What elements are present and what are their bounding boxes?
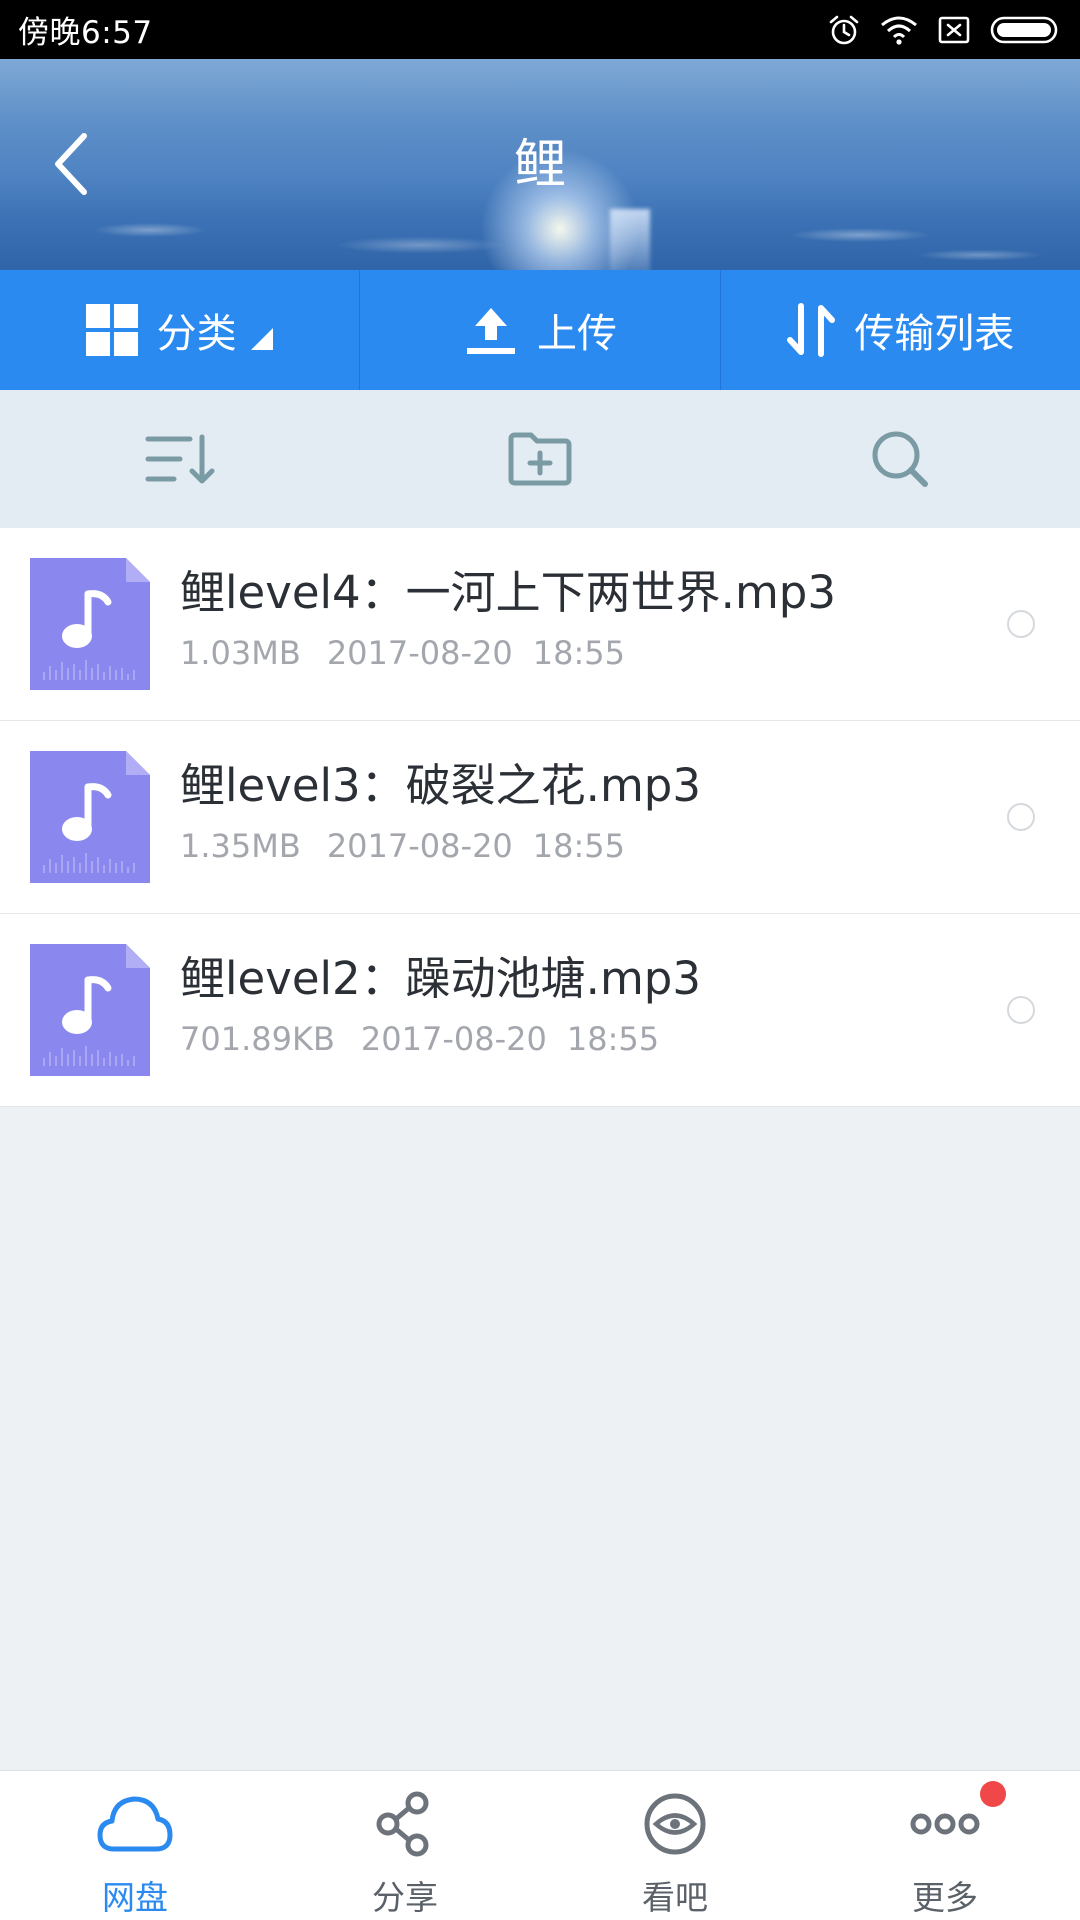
nav-icon-wrap — [365, 1789, 445, 1859]
file-time: 18:55 — [566, 1020, 660, 1058]
select-radio[interactable] — [1007, 610, 1035, 638]
dropdown-triangle-icon — [250, 328, 273, 350]
list-item[interactable]: 鲤level3：破裂之花.mp3 1.35MB 2017-08-20 18:55 — [0, 721, 1080, 914]
chevron-left-icon — [55, 133, 87, 195]
sort-button[interactable] — [0, 390, 360, 528]
transfer-list-label: 传输列表 — [854, 311, 1015, 357]
file-size: 1.03MB — [180, 634, 301, 672]
list-item[interactable]: 鲤level4：一河上下两世界.mp3 1.03MB 2017-08-20 18… — [0, 528, 1080, 721]
share-icon — [376, 1791, 429, 1857]
nav-item-share[interactable]: 分享 — [270, 1771, 540, 1920]
status-icons — [828, 14, 1062, 46]
back-button[interactable] — [40, 129, 100, 199]
search-button[interactable] — [720, 390, 1080, 528]
nav-icon-wrap — [905, 1789, 985, 1859]
transfer-icon — [787, 303, 836, 357]
file-text: 鲤level2：躁动池塘.mp3 701.89KB 2017-08-20 18:… — [180, 952, 701, 1058]
nav-label: 看吧 — [642, 1878, 708, 1917]
sort-icon — [145, 434, 215, 484]
file-list: 鲤level4：一河上下两世界.mp3 1.03MB 2017-08-20 18… — [0, 528, 1080, 1107]
file-text: 鲤level3：破裂之花.mp3 1.35MB 2017-08-20 18:55 — [180, 759, 701, 865]
file-meta: 701.89KB 2017-08-20 18:55 — [180, 1020, 701, 1058]
file-meta: 1.35MB 2017-08-20 18:55 — [180, 827, 701, 865]
file-size: 1.35MB — [180, 827, 301, 865]
file-date: 2017-08-20 — [326, 827, 513, 865]
list-item[interactable]: 鲤level2：躁动池塘.mp3 701.89KB 2017-08-20 18:… — [0, 914, 1080, 1107]
nav-item-more[interactable]: 更多 — [810, 1771, 1080, 1920]
category-button[interactable]: 分类 — [0, 270, 361, 390]
nav-icon-wrap — [95, 1789, 175, 1859]
new-folder-button[interactable] — [360, 390, 720, 528]
nav-icon-wrap — [635, 1789, 715, 1859]
music-file-icon — [30, 944, 150, 1076]
grid-icon — [85, 304, 138, 356]
upload-icon — [466, 308, 515, 354]
battery-icon — [990, 16, 1058, 43]
action-bar: 分类 上传 传输列表 — [0, 270, 1080, 390]
notification-badge — [980, 1781, 1006, 1807]
upload-button[interactable]: 上传 — [360, 270, 721, 390]
nav-label: 分享 — [372, 1878, 438, 1917]
banner-waves — [0, 200, 1080, 270]
nav-item-watch[interactable]: 看吧 — [540, 1771, 810, 1920]
status-bar: 傍晚6:57 — [0, 0, 1080, 59]
alarm-icon — [829, 15, 859, 44]
music-file-icon — [30, 558, 150, 690]
search-icon — [872, 431, 928, 487]
wifi-icon — [881, 16, 917, 45]
file-name: 鲤level2：躁动池塘.mp3 — [180, 952, 701, 1005]
select-radio[interactable] — [1007, 803, 1035, 831]
transfer-list-button[interactable]: 传输列表 — [721, 270, 1080, 390]
upload-label: 上传 — [536, 311, 617, 357]
more-icon — [910, 1813, 980, 1835]
tool-bar — [0, 390, 1080, 528]
file-time: 18:55 — [532, 634, 625, 672]
nav-label: 更多 — [912, 1878, 978, 1917]
file-size: 701.89KB — [180, 1020, 335, 1058]
bottom-nav: 网盘 分享 看吧 更多 — [0, 1770, 1080, 1920]
file-meta: 1.03MB 2017-08-20 18:55 — [180, 634, 836, 672]
file-name: 鲤level4：一河上下两世界.mp3 — [180, 566, 836, 619]
file-date: 2017-08-20 — [326, 634, 513, 672]
nav-label: 网盘 — [102, 1878, 168, 1917]
new-folder-icon — [508, 432, 572, 486]
file-date: 2017-08-20 — [360, 1020, 547, 1058]
status-time: 傍晚6:57 — [18, 15, 153, 51]
header-banner: 鲤 — [0, 59, 1080, 270]
sim-disabled-icon — [938, 16, 970, 43]
cloud-icon — [97, 1796, 173, 1852]
file-text: 鲤level4：一河上下两世界.mp3 1.03MB 2017-08-20 18… — [180, 566, 836, 672]
eye-icon — [644, 1793, 706, 1855]
file-time: 18:55 — [532, 827, 625, 865]
select-radio[interactable] — [1007, 996, 1035, 1024]
music-file-icon — [30, 751, 150, 883]
file-name: 鲤level3：破裂之花.mp3 — [180, 759, 701, 812]
category-label: 分类 — [156, 311, 237, 357]
nav-item-netdisk[interactable]: 网盘 — [0, 1771, 270, 1920]
